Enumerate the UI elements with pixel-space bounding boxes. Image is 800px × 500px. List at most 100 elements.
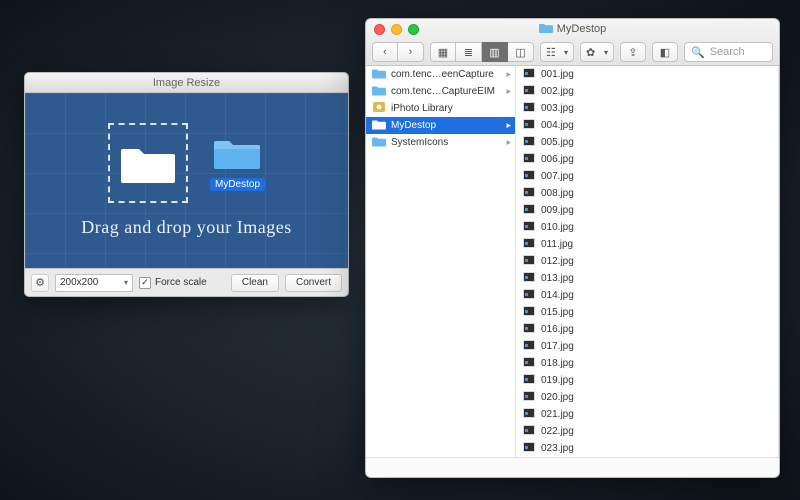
file-name: 002.jpg — [541, 86, 574, 97]
file-name: 011.jpg — [541, 239, 573, 250]
file-name: 007.jpg — [541, 171, 574, 182]
file-row[interactable]: 017.jpg — [516, 338, 778, 355]
file-name: 005.jpg — [541, 137, 574, 148]
size-value: 200x200 — [60, 277, 98, 288]
forward-button[interactable]: › — [398, 42, 424, 62]
column1-item[interactable]: iPhoto Library — [366, 100, 515, 117]
column1-item[interactable]: MyDestop▸ — [366, 117, 515, 134]
item-label: com.tenc…eenCapture — [391, 69, 494, 80]
folder-icon — [372, 84, 386, 99]
file-name: 013.jpg — [541, 273, 574, 284]
force-scale-checkbox[interactable]: ✓ Force scale — [139, 277, 207, 289]
grid-icon: ▦ — [438, 46, 448, 59]
file-row[interactable]: 023.jpg — [516, 440, 778, 457]
file-row[interactable]: 012.jpg — [516, 253, 778, 270]
file-row[interactable]: 007.jpg — [516, 168, 778, 185]
image-file-icon — [522, 169, 536, 184]
file-row[interactable]: 010.jpg — [516, 219, 778, 236]
image-file-icon — [522, 186, 536, 201]
chevron-right-icon: ▸ — [506, 137, 511, 148]
gear-icon: ✿ — [586, 46, 595, 59]
app-icon — [372, 101, 386, 116]
file-row[interactable]: 006.jpg — [516, 151, 778, 168]
view-coverflow-button[interactable]: ◫ — [508, 42, 534, 62]
file-row[interactable]: 004.jpg — [516, 117, 778, 134]
chevron-right-icon: ▸ — [506, 86, 511, 97]
column-2[interactable]: 001.jpg 002.jpg 003.jpg 004.jpg 005.jpg 006.j… — [516, 66, 779, 457]
tags-button[interactable]: ◧ — [652, 42, 678, 62]
file-name: 003.jpg — [541, 103, 574, 114]
column1-item[interactable]: SystemIcons▸ — [366, 134, 515, 151]
image-file-icon — [522, 407, 536, 422]
view-list-button[interactable]: ≣ — [456, 42, 482, 62]
file-row[interactable]: 008.jpg — [516, 185, 778, 202]
image-file-icon — [522, 220, 536, 235]
column-1[interactable]: com.tenc…eenCapture ▸ com.tenc…CaptureEIM ▸… — [366, 66, 516, 457]
view-columns-button[interactable]: ▥ — [482, 42, 508, 62]
force-scale-label: Force scale — [155, 277, 207, 288]
finder-chrome: MyDestop ‹ › ▦ ≣ ▥ ◫ ☷ ▾ ✿ ▾ ⇪ — [366, 19, 779, 66]
finder-toolbar: ‹ › ▦ ≣ ▥ ◫ ☷ ▾ ✿ ▾ ⇪ ◧ 🔍 Search — [366, 39, 779, 65]
item-label: com.tenc…CaptureEIM — [391, 86, 495, 97]
image-file-icon — [522, 288, 536, 303]
image-resize-title: Image Resize — [153, 77, 220, 89]
settings-button[interactable]: ⚙ — [31, 274, 49, 292]
clean-button[interactable]: Clean — [231, 274, 279, 292]
file-name: 022.jpg — [541, 426, 574, 437]
file-row[interactable]: 001.jpg — [516, 66, 778, 83]
file-row[interactable]: 009.jpg — [516, 202, 778, 219]
view-icons-button[interactable]: ▦ — [430, 42, 456, 62]
back-button[interactable]: ‹ — [372, 42, 398, 62]
checkbox-box: ✓ — [139, 277, 151, 289]
finder-statusbar — [366, 457, 779, 477]
column1-item[interactable]: com.tenc…CaptureEIM ▸ — [366, 83, 515, 100]
action-menu[interactable]: ✿ ▾ — [580, 42, 614, 62]
file-row[interactable]: 005.jpg — [516, 134, 778, 151]
view-mode-segment: ▦ ≣ ▥ ◫ — [430, 42, 534, 62]
share-button[interactable]: ⇪ — [620, 42, 646, 62]
chevron-right-icon: ▸ — [506, 69, 511, 80]
file-row[interactable]: 019.jpg — [516, 372, 778, 389]
dropzone[interactable]: MyDestop Drag and drop your Images — [25, 93, 348, 268]
file-row[interactable]: 003.jpg — [516, 100, 778, 117]
zoom-button[interactable] — [408, 24, 419, 35]
file-name: 004.jpg — [541, 120, 574, 131]
file-row[interactable]: 022.jpg — [516, 423, 778, 440]
image-file-icon — [522, 84, 536, 99]
dragged-folder[interactable]: MyDestop — [210, 135, 265, 191]
file-row[interactable]: 002.jpg — [516, 83, 778, 100]
dropzone-caption: Drag and drop your Images — [81, 217, 291, 238]
file-row[interactable]: 015.jpg — [516, 304, 778, 321]
image-resize-titlebar[interactable]: Image Resize — [25, 73, 348, 93]
folder-icon — [214, 162, 260, 174]
column1-item[interactable]: com.tenc…eenCapture ▸ — [366, 66, 515, 83]
size-select[interactable]: 200x200 ▾ — [55, 274, 133, 292]
arrange-icon: ☷ — [546, 46, 556, 59]
item-label: MyDestop — [391, 120, 436, 131]
folder-icon — [372, 135, 386, 150]
file-row[interactable]: 016.jpg — [516, 321, 778, 338]
file-row[interactable]: 020.jpg — [516, 389, 778, 406]
file-row[interactable]: 018.jpg — [516, 355, 778, 372]
convert-button[interactable]: Convert — [285, 274, 342, 292]
image-file-icon — [522, 305, 536, 320]
file-row[interactable]: 014.jpg — [516, 287, 778, 304]
file-row[interactable]: 021.jpg — [516, 406, 778, 423]
item-label: iPhoto Library — [391, 103, 453, 114]
window-title-wrap: MyDestop — [425, 22, 720, 36]
image-file-icon — [522, 237, 536, 252]
file-name: 019.jpg — [541, 375, 574, 386]
file-row[interactable]: 011.jpg — [516, 236, 778, 253]
minimize-button[interactable] — [391, 24, 402, 35]
finder-titlebar[interactable]: MyDestop — [366, 19, 779, 39]
file-name: 021.jpg — [541, 409, 574, 420]
gear-icon: ⚙ — [35, 276, 45, 289]
search-placeholder: Search — [710, 46, 745, 58]
chevron-left-icon: ‹ — [383, 46, 387, 58]
image-resize-window: Image Resize MyDestop Dr — [24, 72, 349, 297]
file-row[interactable]: 013.jpg — [516, 270, 778, 287]
search-field[interactable]: 🔍 Search — [684, 42, 773, 62]
arrange-menu[interactable]: ☷ ▾ — [540, 42, 574, 62]
file-name: 017.jpg — [541, 341, 574, 352]
close-button[interactable] — [374, 24, 385, 35]
